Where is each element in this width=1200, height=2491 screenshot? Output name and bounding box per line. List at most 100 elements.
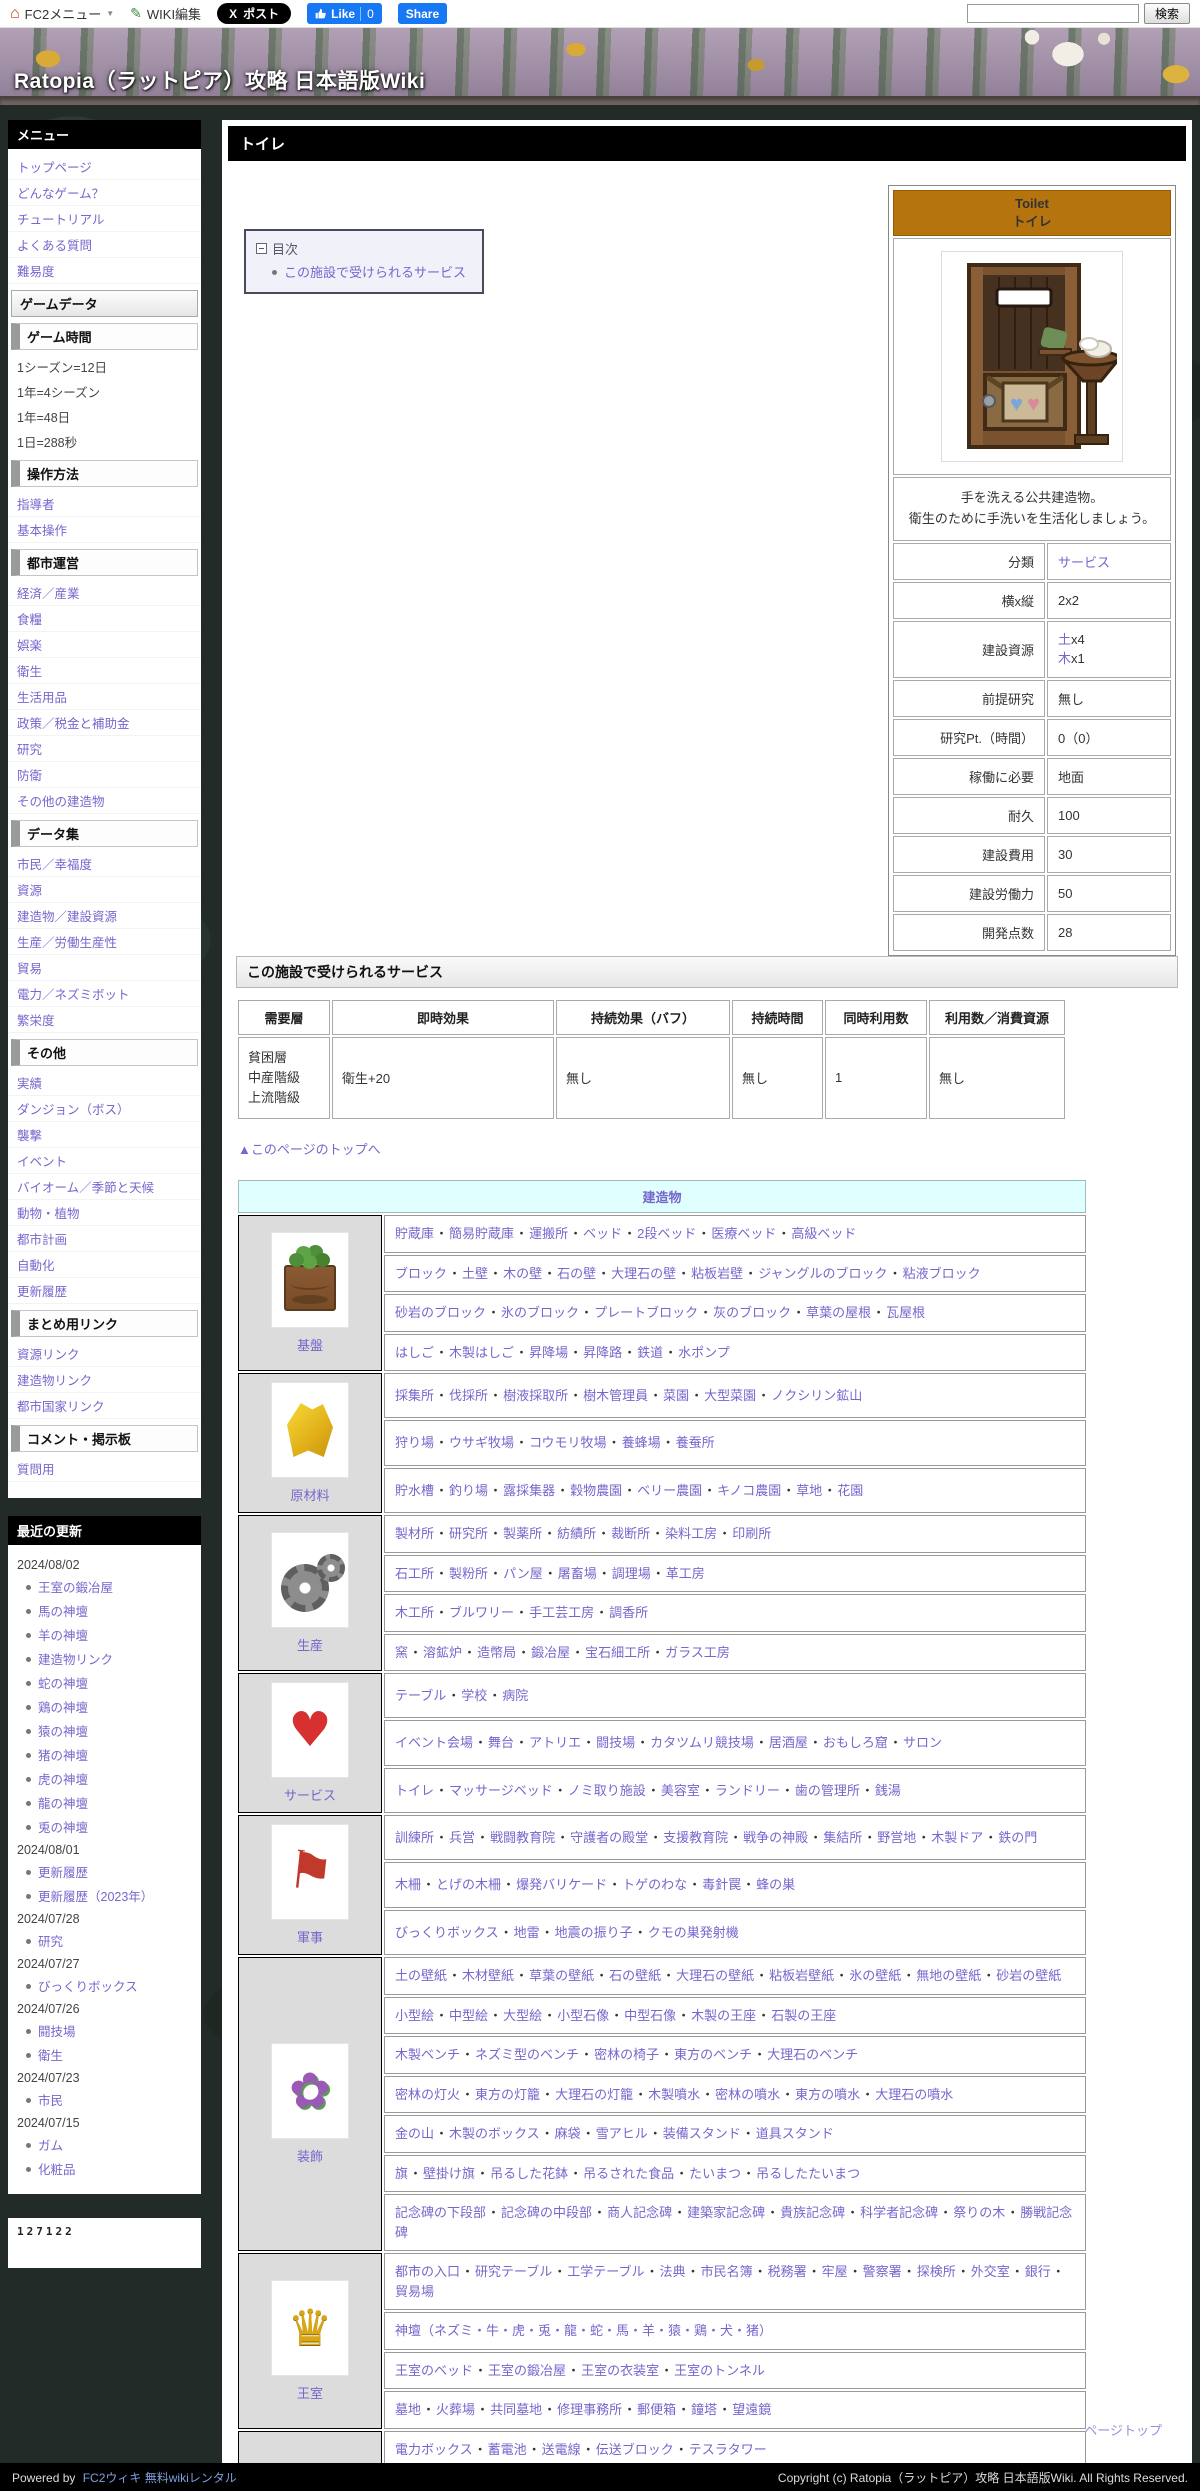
building-link[interactable]: ランドリー — [715, 1783, 780, 1798]
x-post-button[interactable]: X ポスト — [217, 3, 292, 24]
recent-update-link[interactable]: 王室の鍛冶屋 — [38, 1581, 113, 1595]
sidebar-link[interactable]: 衛生 — [8, 658, 201, 684]
building-link[interactable]: 粘液ブロック — [903, 1266, 981, 1281]
sidebar-link[interactable]: 建造物／建設資源 — [8, 903, 201, 929]
sidebar-link[interactable]: 経済／産業 — [8, 580, 201, 606]
fc2-wiki-link[interactable]: FC2ウィキ — [83, 2471, 142, 2485]
building-link[interactable]: 木製噴水 — [648, 2087, 700, 2102]
building-link[interactable]: 商人記念碑 — [607, 2205, 672, 2220]
building-link[interactable]: テスラタワー — [689, 2442, 767, 2457]
building-link[interactable]: 大理石の壁 — [611, 1266, 676, 1281]
sidebar-link[interactable]: 政策／税金と補助金 — [8, 710, 201, 736]
building-link[interactable]: 大理石のベンチ — [767, 2047, 858, 2062]
sidebar-link[interactable]: バイオーム／季節と天候 — [8, 1174, 201, 1200]
building-link[interactable]: アトリエ — [529, 1735, 581, 1750]
building-link[interactable]: 小型石像 — [557, 2008, 609, 2023]
building-link[interactable]: 染料工房 — [665, 1526, 717, 1541]
building-category-link[interactable]: 基盤 — [297, 1335, 323, 1354]
building-link[interactable]: おもしろ窟 — [823, 1735, 888, 1750]
recent-update-link[interactable]: 馬の神壇 — [38, 1605, 88, 1619]
building-link[interactable]: 釣り場 — [449, 1483, 488, 1498]
building-link[interactable]: ネズミ型のベンチ — [475, 2047, 579, 2062]
recent-update-link[interactable]: 猪の神壇 — [38, 1749, 88, 1763]
sidebar-link[interactable]: 指導者 — [8, 491, 201, 517]
sidebar-link[interactable]: 生産／労働生産性 — [8, 929, 201, 955]
building-link[interactable]: 昇降場 — [529, 1345, 568, 1360]
building-link[interactable]: 石の壁紙 — [609, 1968, 661, 1983]
share-button[interactable]: Share — [397, 3, 448, 24]
sidebar-link[interactable]: 実績 — [8, 1070, 201, 1096]
building-category-link[interactable]: 軍事 — [297, 1927, 323, 1946]
building-link[interactable]: 木製の王座 — [691, 2008, 756, 2023]
building-link[interactable]: クモの巣発射機 — [648, 1925, 739, 1940]
building-link[interactable]: 貴族記念碑 — [780, 2205, 845, 2220]
building-link[interactable]: 革工房 — [666, 1566, 705, 1581]
building-category-link[interactable]: 装飾 — [297, 2146, 323, 2165]
building-link[interactable]: ノミ取り施設 — [568, 1783, 646, 1798]
recent-update-link[interactable]: 更新履歴（2023年） — [38, 1890, 153, 1904]
sidebar-link[interactable]: 食糧 — [8, 606, 201, 632]
building-link[interactable]: 製薬所 — [503, 1526, 542, 1541]
like-button[interactable]: Like 0 — [307, 3, 382, 24]
recent-update-link[interactable]: 市民 — [38, 2094, 63, 2108]
building-link[interactable]: 土の壁紙 — [395, 1968, 447, 1983]
building-link[interactable]: 中型絵 — [449, 2008, 488, 2023]
recent-update-link[interactable]: 研究 — [38, 1935, 63, 1949]
building-link[interactable]: 大型絵 — [503, 2008, 542, 2023]
building-category-link[interactable]: 王室 — [297, 2383, 323, 2402]
sidebar-link[interactable]: 都市国家リンク — [8, 1393, 201, 1419]
building-link[interactable]: 装備スタンド — [663, 2126, 741, 2141]
building-link[interactable]: 簡易貯蔵庫 — [449, 1226, 514, 1241]
building-link[interactable]: 毒針罠 — [702, 1877, 741, 1892]
recent-update-link[interactable]: 建造物リンク — [38, 1653, 113, 1667]
sidebar-link[interactable]: 繁栄度 — [8, 1007, 201, 1033]
building-link[interactable]: 集結所 — [823, 1830, 862, 1845]
building-link[interactable]: 共同墓地 — [490, 2402, 542, 2417]
building-link[interactable]: 昇降路 — [583, 1345, 622, 1360]
building-link[interactable]: 東方のベンチ — [674, 2047, 752, 2062]
free-wiki-rental-link[interactable]: 無料wikiレンタル — [145, 2471, 237, 2485]
building-link[interactable]: 鍛冶屋 — [531, 1645, 570, 1660]
building-link[interactable]: カタツムリ競技場 — [650, 1735, 754, 1750]
building-link[interactable]: サロン — [903, 1735, 942, 1750]
building-link[interactable]: ベリー農園 — [637, 1483, 702, 1498]
building-link[interactable]: プレートブロック — [594, 1305, 698, 1320]
building-link[interactable]: 採集所 — [395, 1388, 434, 1403]
sidebar-link[interactable]: 襲撃 — [8, 1122, 201, 1148]
building-link[interactable]: 王室の鍛冶屋 — [488, 2363, 566, 2378]
building-link[interactable]: 木の壁 — [503, 1266, 542, 1281]
building-link[interactable]: 市民名簿 — [701, 2264, 753, 2279]
building-link[interactable]: 溶鉱炉 — [423, 1645, 462, 1660]
building-link[interactable]: 牢屋 — [822, 2264, 848, 2279]
toc-link[interactable]: この施設で受けられるサービス — [284, 265, 466, 280]
building-link[interactable]: 建築家記念碑 — [687, 2205, 765, 2220]
building-link[interactable]: 石工所 — [395, 1566, 434, 1581]
building-link[interactable]: 伐採所 — [449, 1388, 488, 1403]
building-link[interactable]: 王室のベッド — [395, 2363, 473, 2378]
site-title[interactable]: Ratopia（ラットピア）攻略 日本語版Wiki — [14, 65, 425, 95]
building-link[interactable]: 草葉の壁紙 — [529, 1968, 594, 1983]
building-link[interactable]: 木製ドア — [931, 1830, 983, 1845]
sidebar-link[interactable]: 更新履歴 — [8, 1278, 201, 1304]
building-link[interactable]: 宝石細工所 — [585, 1645, 650, 1660]
building-link[interactable]: 鉄道 — [637, 1345, 663, 1360]
building-link[interactable]: 木材壁紙 — [462, 1968, 514, 1983]
building-link[interactable]: 小型絵 — [395, 2008, 434, 2023]
building-link[interactable]: 兵営 — [449, 1830, 475, 1845]
sidebar-link[interactable]: 娯楽 — [8, 632, 201, 658]
building-link[interactable]: 鐘塔 — [691, 2402, 717, 2417]
building-link[interactable]: ノクシリン鉱山 — [771, 1388, 862, 1403]
building-link[interactable]: 砂岩の壁紙 — [996, 1968, 1061, 1983]
building-link[interactable]: びっくりボックス — [395, 1925, 499, 1940]
building-category-link[interactable]: 原材料 — [290, 1485, 329, 1504]
sidebar-link[interactable]: 資源 — [8, 877, 201, 903]
building-link[interactable]: とげの木柵 — [436, 1877, 501, 1892]
sidebar-link[interactable]: どんなゲーム？ — [8, 180, 201, 206]
building-link[interactable]: 調香所 — [609, 1605, 648, 1620]
building-link[interactable]: 花園 — [837, 1483, 863, 1498]
building-link[interactable]: トゲのわな — [622, 1877, 687, 1892]
back-to-top-link[interactable]: ▲このページのトップへ — [238, 1139, 381, 1158]
recent-update-link[interactable]: 羊の神壇 — [38, 1629, 88, 1643]
building-link[interactable]: 居酒屋 — [769, 1735, 808, 1750]
building-link[interactable]: 地震の振り子 — [555, 1925, 633, 1940]
